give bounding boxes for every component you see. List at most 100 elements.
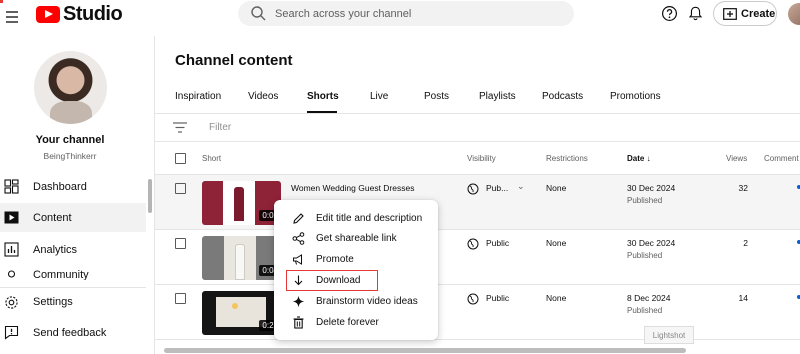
restrictions-value: None: [546, 238, 567, 248]
page-title: Channel content: [175, 52, 293, 69]
row-checkbox[interactable]: [175, 183, 186, 194]
row-checkbox[interactable]: [175, 293, 186, 304]
sidebar-item-community[interactable]: Community: [0, 266, 146, 280]
menu-item-label: Delete forever: [316, 316, 379, 328]
account-avatar[interactable]: [788, 3, 800, 25]
column-visibility[interactable]: Visibility: [467, 154, 496, 163]
sidebar-item-content[interactable]: Content: [0, 203, 146, 232]
column-short: Short: [202, 154, 222, 163]
tab-shorts[interactable]: Shorts: [307, 91, 339, 102]
globe-icon: [467, 293, 479, 305]
menu-icon[interactable]: [2, 6, 22, 26]
sidebar-item-label: Community: [33, 269, 89, 280]
create-button-label: Create: [741, 7, 776, 20]
chevron-down-icon[interactable]: ⌄: [517, 181, 525, 192]
select-all-checkbox[interactable]: [175, 153, 186, 164]
bell-icon[interactable]: [687, 5, 704, 22]
logo-text: Studio: [63, 2, 123, 25]
menu-item-label: Promote: [316, 253, 354, 265]
download-highlight: [286, 270, 378, 291]
create-button[interactable]: Create: [713, 1, 777, 26]
filter-bar[interactable]: Filter: [155, 114, 800, 142]
channel-avatar[interactable]: [34, 51, 107, 124]
sidebar-item-label: Content: [33, 211, 72, 224]
community-icon: [7, 270, 16, 278]
visibility-value[interactable]: Public: [486, 238, 509, 248]
share-icon: [292, 231, 305, 245]
studio-app: Studio Search across your channel Create: [0, 0, 800, 354]
menu-item-edit[interactable]: Edit title and description: [274, 208, 438, 228]
tab-playlists[interactable]: Playlists: [479, 91, 516, 102]
channel-handle: BeingThinkerr: [43, 151, 97, 161]
tab-promotions[interactable]: Promotions: [610, 91, 661, 102]
pencil-icon: [293, 212, 304, 224]
menu-item-label: Edit title and description: [316, 212, 423, 224]
analytics-icon: [4, 242, 19, 257]
youtube-play-icon: [36, 5, 60, 23]
video-thumbnail[interactable]: 0:05: [202, 181, 281, 225]
dashboard-icon: [4, 179, 19, 194]
tab-posts[interactable]: Posts: [424, 91, 449, 102]
tab-videos[interactable]: Videos: [248, 91, 278, 102]
publish-status: Published: [627, 306, 663, 315]
filter-input[interactable]: Filter: [209, 122, 231, 133]
publish-status: Published: [627, 251, 663, 260]
menu-item-brainstorm[interactable]: Brainstorm video ideas: [274, 291, 438, 311]
restrictions-value: None: [546, 183, 567, 193]
window-corner-mark: [0, 0, 3, 3]
sidebar-scrollbar[interactable]: [148, 179, 152, 213]
column-restrictions[interactable]: Restrictions: [546, 154, 588, 163]
visibility-value[interactable]: Pub...: [486, 183, 508, 193]
help-icon[interactable]: [661, 5, 678, 22]
search-bar[interactable]: Search across your channel: [238, 1, 574, 26]
menu-item-promote[interactable]: Promote: [274, 249, 438, 269]
gear-icon: [5, 295, 18, 309]
sidebar-item-feedback[interactable]: Send feedback: [0, 318, 146, 347]
column-comments[interactable]: Comment: [764, 154, 799, 163]
sidebar-item-label: Dashboard: [33, 180, 87, 193]
sidebar-item-settings[interactable]: Settings: [0, 287, 146, 316]
sparkle-icon: [292, 295, 305, 307]
sidebar-item-label: Send feedback: [33, 326, 107, 339]
menu-item-label: Get shareable link: [316, 232, 397, 244]
video-title[interactable]: Women Wedding Guest Dresses: [291, 183, 414, 193]
date-value: 30 Dec 2024: [627, 183, 676, 193]
visibility-value[interactable]: Public: [486, 293, 509, 303]
views-value: 14: [738, 293, 748, 303]
table-row[interactable]: 0:05 Women Wedding Guest Dresses Pub... …: [155, 175, 800, 230]
table-row[interactable]: 0:25 Public None 8 Dec 2024 Published 14: [155, 285, 800, 340]
lightshot-watermark: Lightshot: [644, 326, 694, 344]
row-checkbox[interactable]: [175, 238, 186, 249]
channel-title: Your channel: [35, 134, 105, 146]
video-thumbnail[interactable]: 0:04: [202, 236, 281, 280]
globe-icon: [467, 183, 479, 195]
column-views[interactable]: Views: [726, 154, 747, 163]
views-value: 2: [743, 238, 748, 248]
feedback-icon: [4, 325, 19, 340]
video-thumbnail[interactable]: 0:25: [202, 291, 281, 335]
menu-item-delete[interactable]: Delete forever: [274, 312, 438, 332]
date-value: 30 Dec 2024: [627, 238, 676, 248]
tab-inspiration[interactable]: Inspiration: [175, 91, 221, 102]
sidebar-item-analytics[interactable]: Analytics: [0, 235, 146, 264]
main-content: Channel content Inspiration Videos Short…: [155, 36, 800, 354]
table-header: Short Visibility Restrictions Date ↓ Vie…: [155, 142, 800, 175]
column-date[interactable]: Date ↓: [627, 154, 651, 163]
content-tabs: Inspiration Videos Shorts Live Posts Pla…: [155, 85, 800, 114]
menu-item-share[interactable]: Get shareable link: [274, 228, 438, 248]
tab-live[interactable]: Live: [370, 91, 388, 102]
column-date-label: Date: [627, 154, 645, 163]
tab-podcasts[interactable]: Podcasts: [542, 91, 583, 102]
trash-icon: [293, 315, 304, 329]
table-row[interactable]: 0:04 Public None 30 Dec 2024 Published 2: [155, 230, 800, 285]
content-icon: [4, 211, 19, 224]
horizontal-scroll-thumb[interactable]: [164, 348, 686, 353]
studio-logo[interactable]: Studio: [36, 2, 123, 25]
filter-icon[interactable]: [173, 122, 187, 133]
sidebar-item-label: Settings: [33, 296, 73, 308]
globe-icon: [467, 238, 479, 250]
search-icon: [251, 5, 266, 20]
sidebar-item-dashboard[interactable]: Dashboard: [0, 172, 146, 201]
search-input[interactable]: Search across your channel: [275, 8, 411, 20]
menu-item-label: Brainstorm video ideas: [316, 295, 418, 307]
